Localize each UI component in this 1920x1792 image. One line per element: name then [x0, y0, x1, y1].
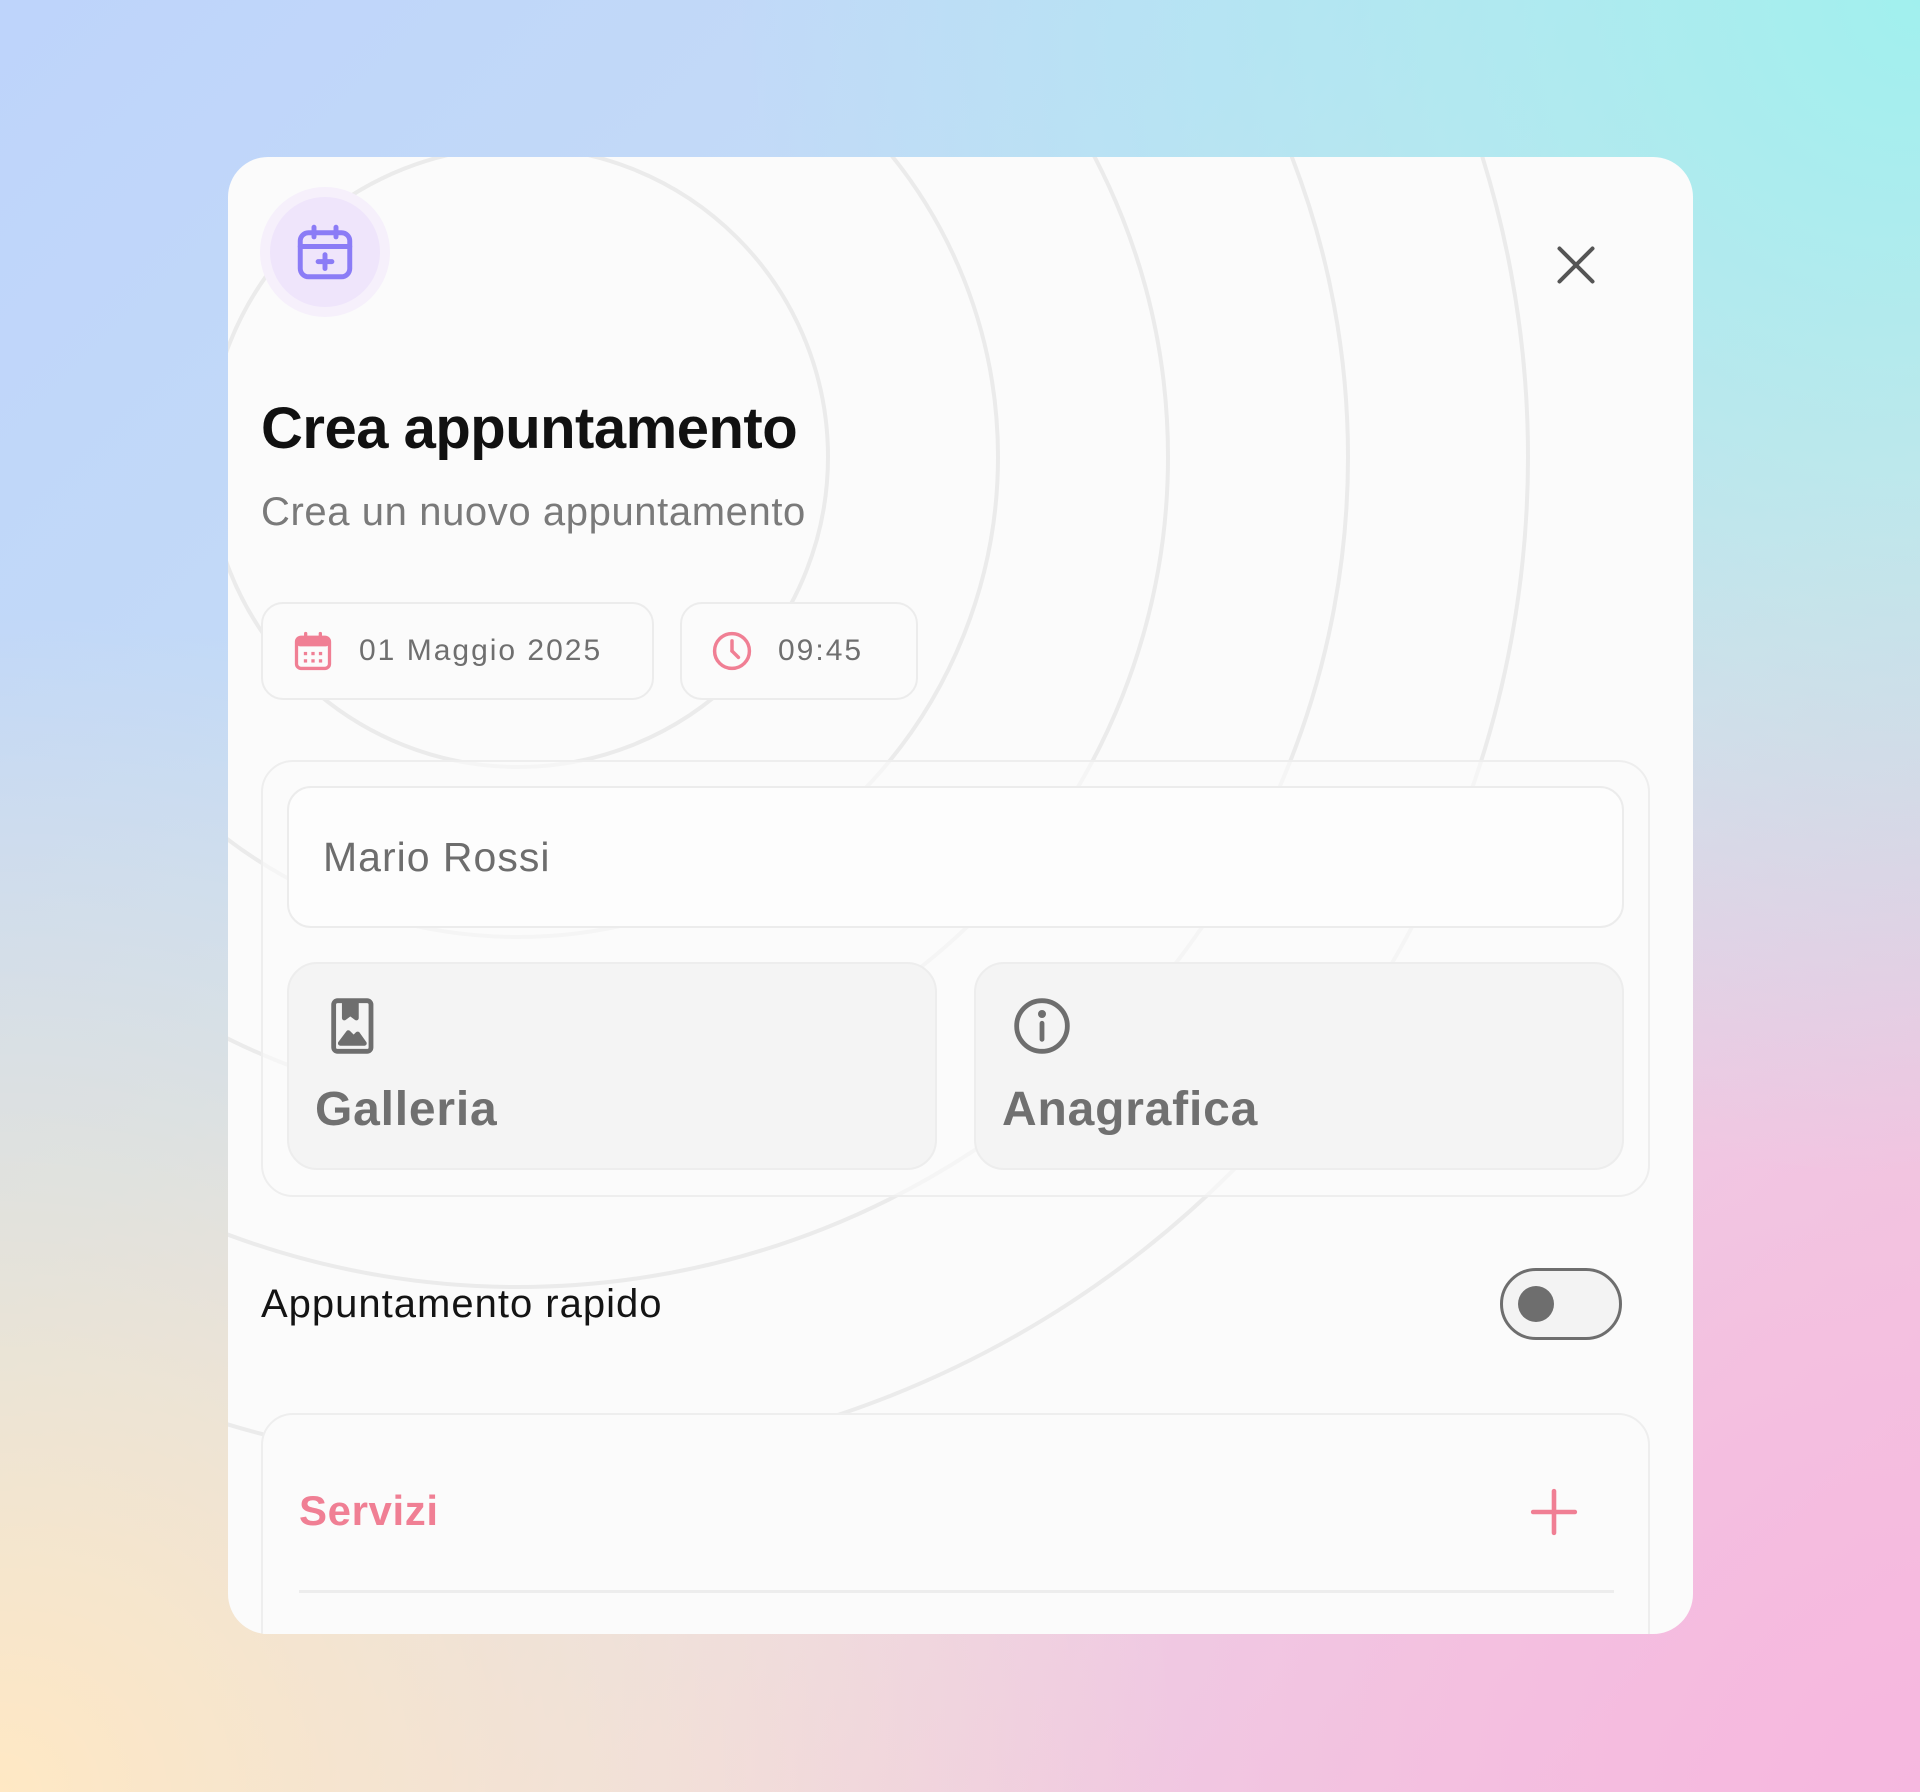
quick-appointment-label: Appuntamento rapido [261, 1282, 663, 1326]
services-label: Servizi [299, 1487, 439, 1534]
calendar-plus-icon [297, 224, 353, 280]
dialog-title: Crea appuntamento [261, 396, 798, 461]
toggle-knob [1518, 1286, 1554, 1322]
services-divider [299, 1590, 1614, 1593]
calendar-icon [294, 631, 332, 671]
date-picker-button[interactable]: 01 Maggio 2025 [261, 602, 654, 700]
date-value: 01 Maggio 2025 [359, 634, 603, 667]
close-button[interactable] [1548, 237, 1604, 293]
gallery-button[interactable]: Galleria [287, 962, 937, 1170]
client-name-input[interactable] [287, 786, 1624, 928]
create-appointment-dialog: Crea appuntamento Crea un nuovo appuntam… [228, 157, 1693, 1634]
gallery-label: Galleria [315, 1083, 498, 1136]
close-icon [1557, 246, 1595, 284]
info-icon [1014, 998, 1070, 1054]
time-value: 09:45 [778, 634, 864, 667]
add-service-button[interactable] [1523, 1481, 1585, 1543]
plus-icon [1530, 1488, 1578, 1536]
client-details-label: Anagrafica [1002, 1083, 1259, 1136]
client-details-button[interactable]: Anagrafica [974, 962, 1624, 1170]
gallery-icon [331, 998, 374, 1054]
dialog-subtitle: Crea un nuovo appuntamento [261, 490, 806, 534]
client-card: Galleria Anagrafica [261, 760, 1650, 1197]
clock-icon [712, 631, 752, 671]
services-section: Servizi [261, 1413, 1650, 1634]
time-picker-button[interactable]: 09:45 [680, 602, 918, 700]
quick-appointment-toggle[interactable] [1500, 1268, 1622, 1340]
header-icon-badge [260, 187, 390, 317]
